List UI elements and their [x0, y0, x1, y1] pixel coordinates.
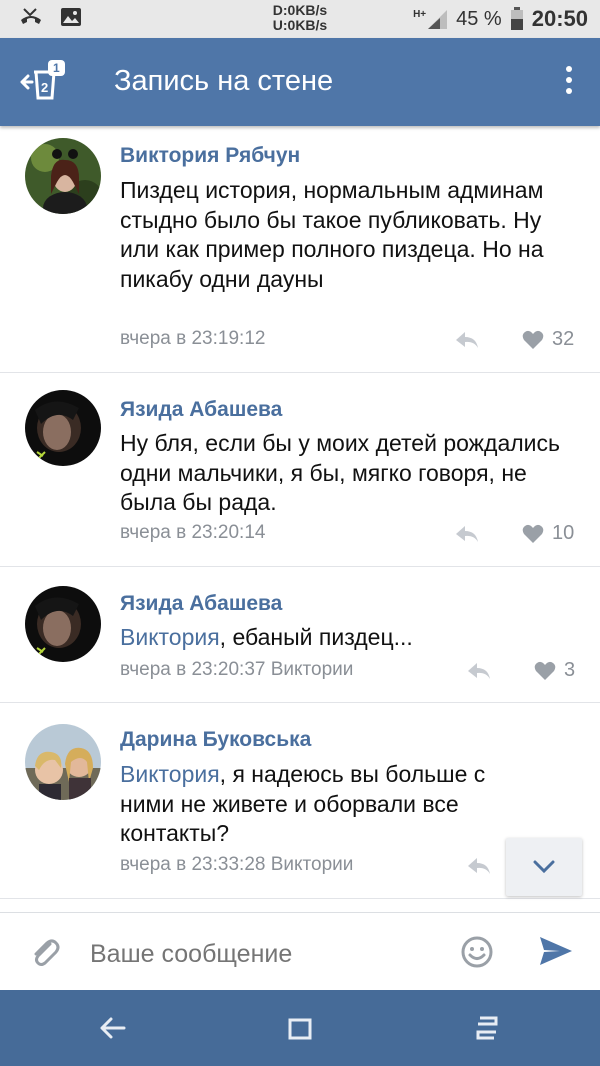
upload-speed: U:0KB/s — [272, 17, 328, 33]
image-icon — [61, 8, 81, 26]
like-button[interactable]: 32 — [522, 328, 574, 351]
attach-icon[interactable] — [28, 935, 62, 969]
network-type: H+ — [413, 8, 427, 20]
status-bar: D:0KB/s U:0KB/s H+ 45 % 20:50 — [0, 0, 600, 38]
status-right: H+ 45 % 20:50 — [413, 6, 588, 32]
like-count: 3 — [564, 659, 576, 681]
chevron-down-icon — [533, 860, 555, 874]
comment-item: Язида Абашева Ну бля, если бы у моих дет… — [0, 372, 600, 567]
message-composer — [0, 912, 600, 991]
avatar[interactable] — [25, 724, 101, 800]
heart-icon — [522, 330, 544, 349]
battery-percent: 45 % — [456, 7, 502, 30]
like-button[interactable]: 3 — [534, 659, 575, 682]
comment-author[interactable]: Язида Абашева — [120, 398, 282, 422]
avatar[interactable] — [25, 138, 101, 214]
comment-body: , ебаный пиздец... — [219, 624, 413, 650]
comment-text: Виктория, я надеюсь вы больше с ними не … — [120, 760, 520, 849]
home-nav-icon[interactable] — [472, 1014, 502, 1042]
page-title: Запись на стене — [114, 65, 334, 97]
comment-timestamp: вчера в 23:19:12 — [120, 328, 266, 349]
comment-timestamp: вчера в 23:20:37 Виктории — [120, 659, 354, 680]
comment-timestamp: вчера в 23:33:28 Виктории — [120, 854, 354, 875]
comment-timestamp: вчера в 23:20:14 — [120, 522, 266, 543]
reply-icon[interactable] — [466, 856, 492, 876]
emoji-icon[interactable] — [460, 935, 494, 969]
scroll-down-button[interactable] — [506, 838, 582, 896]
avatar[interactable] — [25, 390, 101, 466]
message-input[interactable] — [88, 933, 442, 975]
like-count: 32 — [552, 328, 575, 350]
missed-call-icon — [21, 8, 41, 24]
avatar[interactable] — [25, 586, 101, 662]
download-speed: D:0KB/s — [272, 2, 328, 18]
reply-icon[interactable] — [454, 330, 480, 350]
heart-icon — [522, 524, 544, 543]
system-navigation-bar — [0, 990, 600, 1066]
reply-icon[interactable] — [454, 524, 480, 544]
send-icon[interactable] — [538, 935, 574, 967]
recents-nav-icon[interactable] — [286, 1014, 316, 1042]
network-speed: D:0KB/s U:0KB/s — [240, 3, 360, 33]
more-menu-icon[interactable] — [564, 66, 574, 98]
comment-author[interactable]: Дарина Буковська — [120, 728, 311, 752]
back-nav-icon[interactable] — [98, 1014, 128, 1042]
comment-item: Язида Абашева Виктория, ебаный пиздец...… — [0, 566, 600, 703]
status-left — [18, 6, 82, 28]
reply-icon[interactable] — [466, 661, 492, 681]
mention-link[interactable]: Виктория — [120, 761, 220, 787]
svg-text:2: 2 — [41, 80, 48, 95]
comment-text: Виктория, ебаный пиздец... — [120, 623, 570, 653]
like-count: 10 — [552, 522, 575, 544]
comment-item: Виктория Рябчун Пиздец история, нормальн… — [0, 126, 600, 373]
comment-text: Ну бля, если бы у моих детей рождались о… — [120, 430, 560, 515]
notification-badge: 1 — [48, 60, 65, 76]
app-header: 2 1 Запись на стене — [0, 38, 600, 126]
signal-icon — [428, 10, 448, 29]
comment-author[interactable]: Виктория Рябчун — [120, 144, 300, 168]
like-button[interactable]: 10 — [522, 522, 574, 545]
comment-author[interactable]: Язида Абашева — [120, 592, 282, 616]
battery-icon — [510, 7, 523, 30]
comment-text: Пиздец история, нормальным админам стыдн… — [120, 177, 544, 292]
clock: 20:50 — [531, 6, 588, 31]
heart-icon — [534, 661, 556, 680]
mention-link[interactable]: Виктория — [120, 624, 220, 650]
